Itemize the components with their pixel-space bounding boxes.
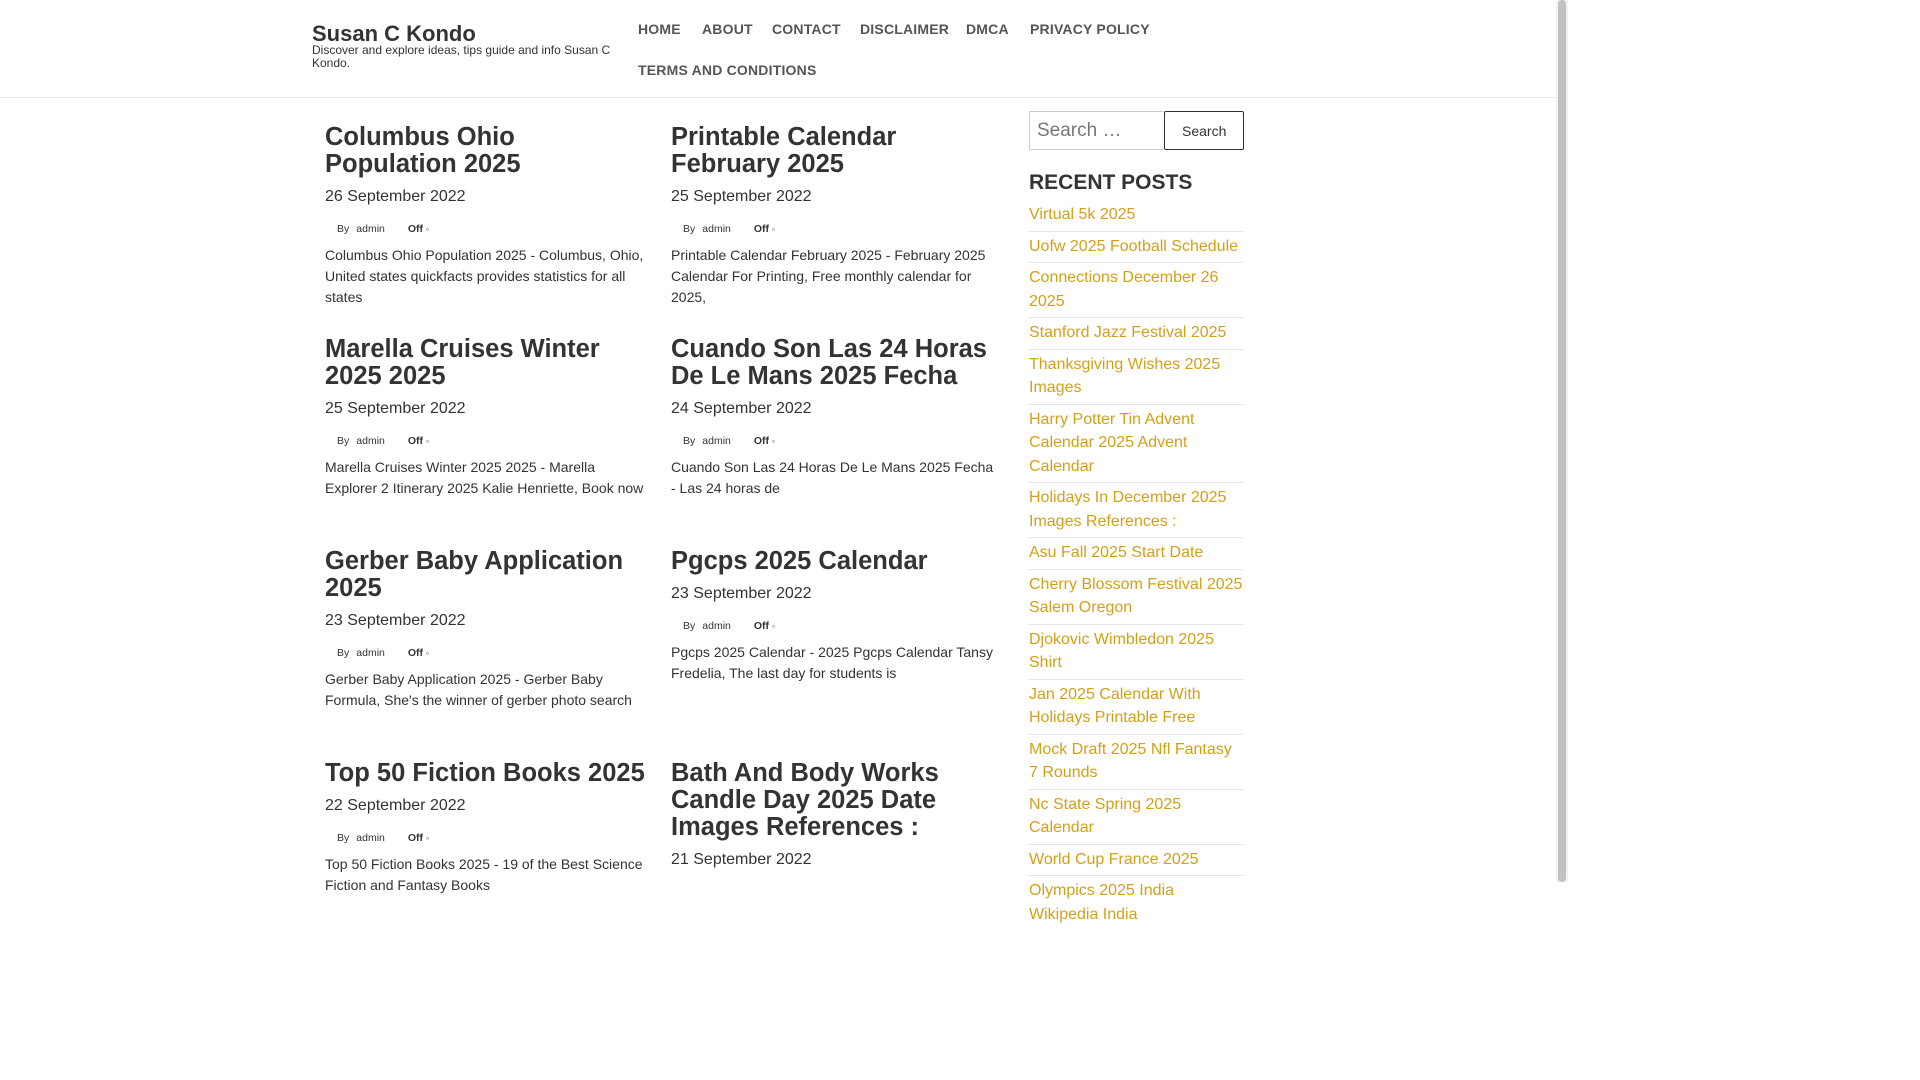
post-title[interactable]: Cuando Son Las 24 Horas De Le Mans 2025 … xyxy=(671,336,996,390)
recent-post-link[interactable]: Virtual 5k 2025 xyxy=(1029,203,1244,232)
recent-post-link[interactable]: Stanford Jazz Festival 2025 xyxy=(1029,321,1244,350)
recent-post-link[interactable]: Cherry Blossom Festival 2025 Salem Orego… xyxy=(1029,573,1244,625)
post-meta: By admin Off ▫ xyxy=(325,435,650,447)
post-by-label: By xyxy=(337,832,350,844)
page-scrollbar[interactable] xyxy=(1556,0,1568,882)
post-excerpt: Top 50 Fiction Books 2025 - 19 of the Be… xyxy=(325,856,643,893)
post-by-label: By xyxy=(683,620,696,632)
scrollbar-thumb[interactable] xyxy=(1558,0,1566,882)
post-date[interactable]: 22 September 2022 xyxy=(325,797,650,815)
post-date[interactable]: 26 September 2022 xyxy=(325,188,650,206)
post-title[interactable]: Columbus Ohio Population 2025 xyxy=(325,124,650,178)
comment-icon: ▫ xyxy=(426,833,429,843)
post-card: Gerber Baby Application 2025 23 Septembe… xyxy=(325,548,650,711)
recent-post-link[interactable]: Jan 2025 Calendar With Holidays Printabl… xyxy=(1029,683,1244,735)
post-title[interactable]: Pgcps 2025 Calendar xyxy=(671,548,996,575)
post-comments-status: Off xyxy=(407,223,424,235)
recent-post-link[interactable]: Mock Draft 2025 Nfl Fantasy 7 Rounds xyxy=(1029,738,1244,790)
post-author[interactable]: admin xyxy=(702,435,731,447)
site-description: Discover and explore ideas, tips guide a… xyxy=(312,43,611,70)
recent-post-link[interactable]: Harry Potter Tin Advent Calendar 2025 Ad… xyxy=(1029,408,1244,483)
recent-post-link[interactable]: World Cup France 2025 xyxy=(1029,848,1244,876)
post-title[interactable]: Printable Calendar February 2025 xyxy=(671,124,996,178)
post-card: Top 50 Fiction Books 2025 22 September 2… xyxy=(325,760,650,896)
post-comments-status: Off xyxy=(753,435,770,447)
recent-post-link[interactable]: Nc State Spring 2025 Calendar xyxy=(1029,793,1244,845)
post-excerpt: Cuando Son Las 24 Horas De Le Mans 2025 … xyxy=(671,459,994,496)
post-meta: By admin Off ▫ xyxy=(671,620,996,632)
post-meta: By admin Off ▫ xyxy=(325,223,650,235)
post-comments-status: Off xyxy=(753,620,770,632)
post-card: Columbus Ohio Population 2025 26 Septemb… xyxy=(325,124,650,308)
post-card: Cuando Son Las 24 Horas De Le Mans 2025 … xyxy=(671,336,996,499)
post-title[interactable]: Top 50 Fiction Books 2025 xyxy=(325,760,650,787)
post-by-label: By xyxy=(683,435,696,447)
comment-icon: ▫ xyxy=(772,436,775,446)
comment-icon: ▫ xyxy=(772,621,775,631)
post-comments-status: Off xyxy=(753,223,770,235)
post-meta: By admin Off ▫ xyxy=(671,435,996,447)
post-date[interactable]: 21 September 2022 xyxy=(671,851,996,869)
post-author[interactable]: admin xyxy=(356,832,385,844)
post-meta: By admin Off ▫ xyxy=(325,647,650,659)
recent-post-link[interactable]: Asu Fall 2025 Start Date xyxy=(1029,541,1244,570)
post-excerpt: Pgcps 2025 Calendar - 2025 Pgcps Calenda… xyxy=(671,644,993,681)
post-title[interactable]: Bath And Body Works Candle Day 2025 Date… xyxy=(671,760,996,841)
comment-icon: ▫ xyxy=(426,648,429,658)
nav-contact[interactable]: CONTACT xyxy=(772,21,841,37)
post-date[interactable]: 23 September 2022 xyxy=(671,585,996,603)
post-meta: By admin Off ▫ xyxy=(325,832,650,844)
post-excerpt: Printable Calendar February 2025 - Febru… xyxy=(671,247,986,305)
post-date[interactable]: 25 September 2022 xyxy=(325,400,650,418)
recent-post-link[interactable]: Holidays In December 2025 Images Referen… xyxy=(1029,486,1244,538)
post-title[interactable]: Gerber Baby Application 2025 xyxy=(325,548,650,602)
post-comments-status: Off xyxy=(407,435,424,447)
post-excerpt: Columbus Ohio Population 2025 - Columbus… xyxy=(325,247,644,305)
post-excerpt: Gerber Baby Application 2025 - Gerber Ba… xyxy=(325,671,632,708)
post-card: Bath And Body Works Candle Day 2025 Date… xyxy=(671,760,996,869)
nav-disclaimer[interactable]: DISCLAIMER xyxy=(860,21,949,37)
nav-home[interactable]: HOME xyxy=(638,21,681,37)
recent-post-link[interactable]: Connections December 26 2025 xyxy=(1029,266,1244,318)
recent-posts-list: Virtual 5k 2025 Uofw 2025 Football Sched… xyxy=(1029,203,1244,930)
post-date[interactable]: 24 September 2022 xyxy=(671,400,996,418)
post-title[interactable]: Marella Cruises Winter 2025 2025 xyxy=(325,336,650,390)
post-comments-status: Off xyxy=(407,647,424,659)
post-card: Pgcps 2025 Calendar 23 September 2022 By… xyxy=(671,548,996,684)
post-author[interactable]: admin xyxy=(356,223,385,235)
recent-post-link[interactable]: Djokovic Wimbledon 2025 Shirt xyxy=(1029,628,1244,680)
post-author[interactable]: admin xyxy=(356,435,385,447)
comment-icon: ▫ xyxy=(772,224,775,234)
post-date[interactable]: 23 September 2022 xyxy=(325,612,650,630)
post-card: Printable Calendar February 2025 25 Sept… xyxy=(671,124,996,308)
site-header: Susan C Kondo Discover and explore ideas… xyxy=(0,0,1556,98)
post-author[interactable]: admin xyxy=(356,647,385,659)
post-author[interactable]: admin xyxy=(702,223,731,235)
sidebar: Search … Search RECENT POSTS Virtual 5k … xyxy=(1029,111,1244,933)
post-date[interactable]: 25 September 2022 xyxy=(671,188,996,206)
comment-icon: ▫ xyxy=(426,436,429,446)
search-button[interactable]: Search xyxy=(1164,111,1244,150)
nav-about[interactable]: ABOUT xyxy=(702,21,753,37)
post-author[interactable]: admin xyxy=(702,620,731,632)
recent-posts-title: RECENT POSTS xyxy=(1029,171,1193,194)
nav-dmca[interactable]: DMCA xyxy=(966,21,1009,37)
post-excerpt: Marella Cruises Winter 2025 2025 - Marel… xyxy=(325,459,644,496)
recent-post-link[interactable]: Uofw 2025 Football Schedule xyxy=(1029,235,1244,263)
post-by-label: By xyxy=(337,435,350,447)
nav-privacy-policy[interactable]: PRIVACY POLICY xyxy=(1030,21,1150,37)
post-by-label: By xyxy=(683,223,696,235)
recent-post-link[interactable]: Olympics 2025 India Wikipedia India xyxy=(1029,879,1244,930)
post-by-label: By xyxy=(337,223,350,235)
recent-post-link[interactable]: Thanksgiving Wishes 2025 Images xyxy=(1029,353,1244,405)
nav-terms-and-conditions[interactable]: TERMS AND CONDITIONS xyxy=(638,62,816,78)
post-card: Marella Cruises Winter 2025 2025 25 Sept… xyxy=(325,336,650,499)
post-comments-status: Off xyxy=(407,832,424,844)
post-meta: By admin Off ▫ xyxy=(671,223,996,235)
search-form: Search … Search xyxy=(1029,111,1244,150)
comment-icon: ▫ xyxy=(426,224,429,234)
post-by-label: By xyxy=(337,647,350,659)
search-input[interactable]: Search … xyxy=(1029,111,1165,150)
